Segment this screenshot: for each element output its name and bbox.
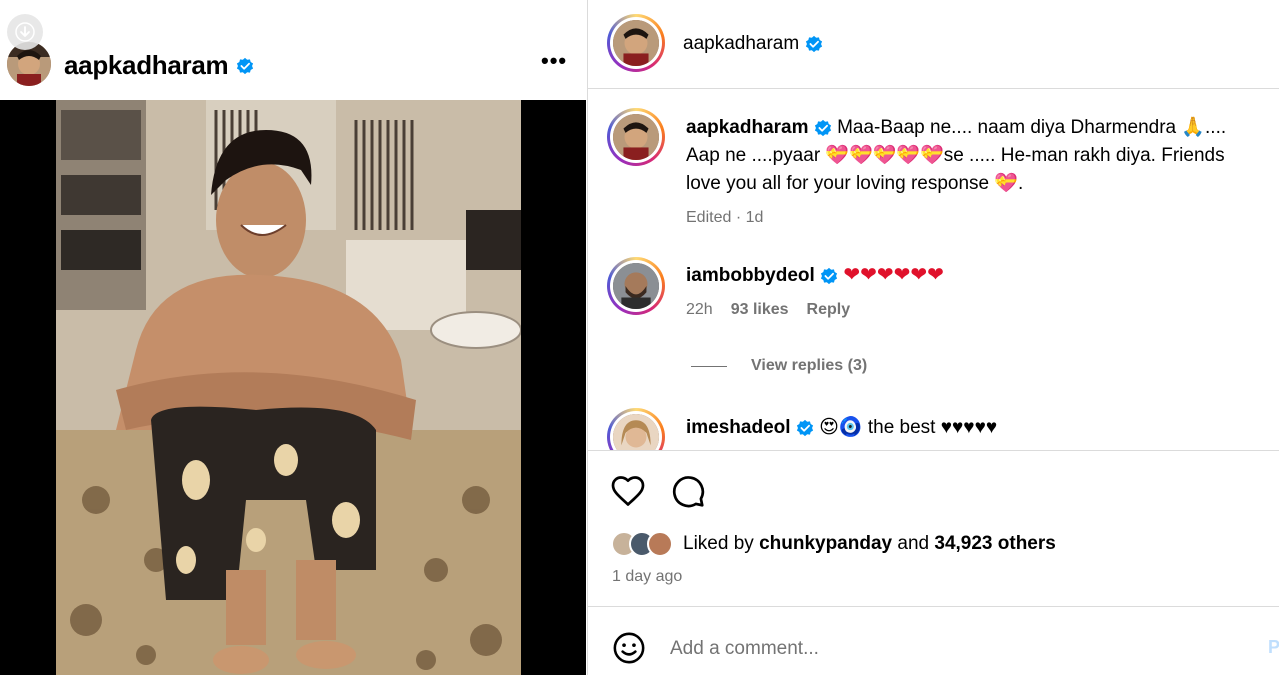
comment-meta: 22h 93 likes Reply: [686, 296, 1279, 324]
emoji-icon[interactable]: [612, 631, 646, 665]
verified-badge-icon: [814, 119, 831, 137]
download-button[interactable]: [7, 14, 43, 50]
likes-text: Liked by chunkypanday and 34,923 others: [683, 533, 1056, 555]
arrow-down-icon: [15, 22, 35, 42]
likes-prefix: Liked by: [683, 533, 754, 554]
liker-avatar[interactable]: [647, 531, 673, 557]
comment-icon[interactable]: [670, 473, 706, 509]
post-timestamp[interactable]: 1 day ago: [612, 568, 682, 586]
avatar[interactable]: [613, 114, 659, 160]
comment-text: 😍🧿 the best ♥♥♥♥♥: [819, 417, 998, 438]
header-author-name[interactable]: aapkadharam: [683, 33, 799, 55]
post-author[interactable]: aapkadharam: [64, 50, 254, 81]
verified-badge-icon: [796, 419, 813, 437]
caption-author[interactable]: aapkadharam: [686, 117, 809, 138]
comments-list[interactable]: aapkadharam Maa-Baap ne.... naam diya Dh…: [588, 90, 1279, 450]
comment-body: imeshadeol 😍🧿 the best ♥♥♥♥♥: [686, 414, 1279, 442]
view-replies-button[interactable]: View replies (3): [691, 357, 867, 375]
reply-button[interactable]: Reply: [807, 296, 851, 324]
view-replies-label[interactable]: View replies (3): [751, 357, 867, 375]
liker-username[interactable]: chunkypanday: [759, 533, 892, 554]
caption-text-line3: love you all for your loving response 💝.: [686, 173, 1024, 194]
verified-badge-icon: [820, 267, 838, 285]
avatar[interactable]: [613, 414, 659, 450]
caption-body: aapkadharam Maa-Baap ne.... naam diya Dh…: [686, 114, 1279, 232]
verified-badge-icon: [806, 35, 823, 53]
verified-badge-icon: [237, 57, 254, 74]
post-media-panel: aapkadharam •••: [0, 0, 586, 675]
post-photo-art: [56, 100, 521, 675]
post-image-frame: [0, 100, 586, 675]
likes-others-count[interactable]: 34,923 others: [934, 533, 1055, 554]
likes-conj: and: [897, 533, 930, 554]
post-photo: [56, 100, 521, 675]
story-ring[interactable]: [607, 257, 665, 315]
caption-text-line2: Aap ne ....pyaar 💝💝💝💝💝se ..... He-man ra…: [686, 145, 1225, 166]
story-ring[interactable]: [607, 108, 665, 166]
comment-author[interactable]: imeshadeol: [686, 417, 791, 438]
story-ring[interactable]: [607, 408, 665, 450]
heart-icon[interactable]: [610, 473, 646, 509]
caption-edited-time: Edited · 1d: [686, 209, 764, 226]
post-actions: Liked by chunkypanday and 34,923 others …: [588, 450, 1279, 605]
more-options-button[interactable]: •••: [541, 48, 567, 74]
caption-text-line1: Maa-Baap ne.... naam diya Dharmendra 🙏..…: [837, 117, 1227, 138]
comment-body: iambobbydeol ❤❤❤❤❤❤ 22h 93 likes Reply: [686, 261, 1279, 324]
avatar[interactable]: [613, 263, 659, 309]
details-header: aapkadharam: [588, 0, 1279, 89]
add-comment-bar: Post: [588, 606, 1279, 675]
comment-author[interactable]: iambobbydeol: [686, 265, 815, 286]
post-author-name[interactable]: aapkadharam: [64, 50, 229, 81]
post-comment-button[interactable]: Post: [1268, 637, 1279, 658]
divider: [691, 365, 727, 367]
post-details-panel: aapkadharam aapkadharam Maa-Baap ne.... …: [587, 0, 1279, 675]
avatar[interactable]: [613, 20, 659, 66]
likes-summary: Liked by chunkypanday and 34,923 others: [611, 531, 1056, 557]
header-author[interactable]: aapkadharam: [683, 33, 823, 55]
post-header: aapkadharam •••: [0, 0, 586, 100]
comment-text: ❤❤❤❤❤❤: [843, 264, 944, 286]
comment-input[interactable]: [670, 635, 1230, 663]
comment-time[interactable]: 22h: [686, 296, 713, 324]
caption-meta: Edited · 1d: [686, 204, 1279, 232]
story-ring[interactable]: [607, 14, 665, 72]
comment-likes[interactable]: 93 likes: [731, 296, 789, 324]
